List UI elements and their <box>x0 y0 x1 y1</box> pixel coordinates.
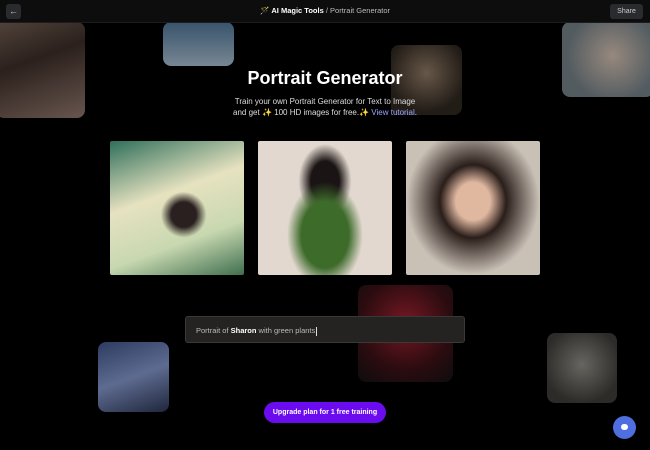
description-line: and get ✨ 100 HD images for free.✨ View … <box>0 107 650 118</box>
breadcrumb-current: Portrait Generator <box>330 6 391 15</box>
hero-description: Train your own Portrait Generator for Te… <box>0 96 650 118</box>
prompt-text: Portrait of <box>196 326 229 335</box>
prompt-subject: Sharon <box>230 326 257 335</box>
sample-portrait-3 <box>406 141 540 275</box>
page-title: Portrait Generator <box>247 68 403 88</box>
prompt-text: with green plants <box>258 326 316 335</box>
top-bar: ← 🪄 AI Magic Tools / Portrait Generator … <box>0 0 650 23</box>
breadcrumb-separator: / <box>325 6 328 15</box>
text-caret <box>316 326 318 336</box>
text: and get <box>233 108 260 117</box>
breadcrumb-root[interactable]: AI Magic Tools <box>271 6 323 15</box>
magic-wand-icon: 🪄 <box>259 6 270 15</box>
sample-portrait-2 <box>258 141 392 275</box>
breadcrumb: 🪄 AI Magic Tools / Portrait Generator <box>0 6 650 15</box>
text: 100 HD images for free. <box>274 108 360 117</box>
background-thumbnail <box>547 333 617 403</box>
upgrade-plan-button[interactable]: Upgrade plan for 1 free training <box>264 402 386 423</box>
text: . <box>414 108 417 117</box>
sparkle-icon: ✨ <box>261 108 272 117</box>
sample-portrait-1 <box>110 141 244 275</box>
chat-bubble-icon[interactable] <box>613 416 636 439</box>
prompt-input[interactable]: Portrait of Sharon with green plants <box>185 316 465 343</box>
sparkle-icon: ✨ <box>359 108 370 117</box>
view-tutorial-link[interactable]: View tutorial <box>371 108 414 117</box>
share-button[interactable]: Share <box>610 4 643 19</box>
description-line: Train your own Portrait Generator for Te… <box>234 97 416 106</box>
background-thumbnail <box>98 342 169 412</box>
background-thumbnail <box>163 22 234 66</box>
